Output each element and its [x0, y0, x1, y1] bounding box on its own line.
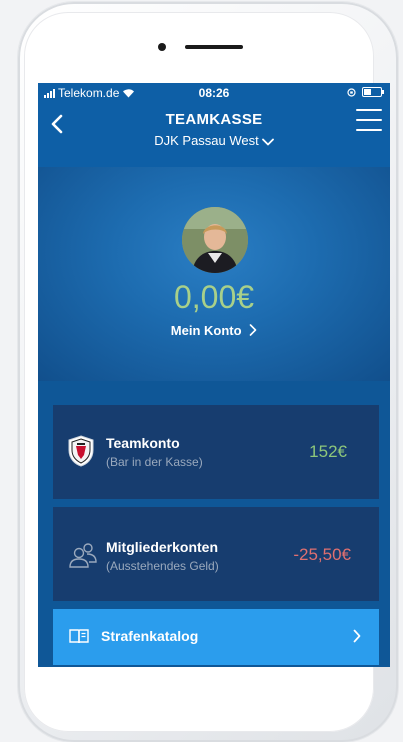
chevron-down-icon: [261, 138, 274, 145]
app-screen: Telekom.de 08:26 TEAMKASSE DJK Passau We…: [38, 83, 390, 667]
page-title: TEAMKASSE: [165, 111, 263, 128]
earpiece-speaker: [185, 45, 243, 49]
member-accounts-subtitle: (Ausstehendes Geld): [106, 559, 219, 573]
my-account-label: Mein Konto: [170, 323, 242, 338]
personal-balance: 0,00€: [173, 279, 255, 315]
nav-bar: TEAMKASSE DJK Passau West: [38, 103, 390, 165]
my-account-link[interactable]: Mein Konto: [38, 323, 390, 338]
team-account-subtitle: (Bar in der Kasse): [106, 455, 203, 469]
avatar[interactable]: [182, 207, 248, 273]
member-accounts-card[interactable]: Mitgliederkonten (Ausstehendes Geld) -25…: [53, 507, 379, 601]
team-account-card[interactable]: Teamkonto (Bar in der Kasse) 152€: [53, 405, 379, 499]
club-name: DJK Passau West: [154, 133, 259, 148]
team-account-amount: 152€: [309, 442, 347, 461]
avatar-photo: [182, 207, 248, 273]
front-camera: [158, 43, 166, 51]
member-accounts-amount: -25,50€: [293, 545, 351, 564]
clock: 08:26: [198, 86, 230, 100]
people-icon: [69, 543, 97, 568]
club-selector[interactable]: DJK Passau West: [38, 133, 390, 148]
status-bar: Telekom.de 08:26: [38, 83, 390, 103]
rotation-lock-icon: [347, 87, 356, 97]
battery-icon: [362, 87, 384, 97]
status-right: [347, 87, 384, 97]
penalty-catalog-label: Strafenkatalog: [101, 628, 199, 644]
penalty-catalog-button[interactable]: Strafenkatalog: [53, 609, 379, 665]
member-accounts-title: Mitgliederkonten: [106, 539, 219, 555]
menu-icon[interactable]: [356, 109, 382, 135]
team-account-title: Teamkonto: [106, 435, 180, 451]
chevron-right-icon: [249, 324, 257, 336]
crest-icon: [68, 435, 94, 467]
profile-hero: 0,00€ Mein Konto: [38, 167, 390, 381]
chevron-right-icon: [353, 629, 361, 643]
book-icon: [69, 629, 89, 644]
